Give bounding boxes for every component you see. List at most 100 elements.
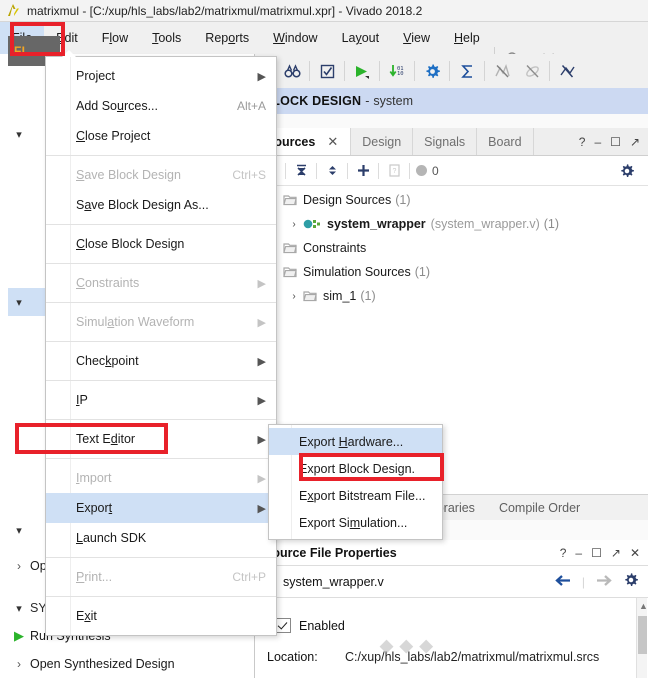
chevron-right-icon[interactable]: › (285, 291, 303, 302)
unknown-file-icon: ? (379, 157, 409, 185)
export-submenu: Export Hardware... Export Block Design. … (268, 424, 443, 540)
menu-flow[interactable]: Flow (90, 22, 140, 55)
menu-item-close-block-design[interactable]: Close Block Design (46, 229, 276, 259)
menu-item-checkpoint[interactable]: Checkpoint ▶ (46, 346, 276, 376)
menu-divider (46, 155, 276, 156)
help-icon[interactable]: ? (560, 547, 567, 559)
maximize-icon[interactable]: ☐ (591, 547, 602, 559)
float-icon[interactable]: ↗ (630, 136, 640, 148)
menu-item-close-project[interactable]: Close Project (46, 121, 276, 151)
tree-node-label: Simulation Sources (303, 265, 411, 279)
location-row: Location: C:/xup/hls_labs/lab2/matrixmul… (267, 650, 637, 664)
menu-item-ip[interactable]: IP ▶ (46, 385, 276, 415)
scrollbar-thumb[interactable] (638, 616, 647, 654)
scroll-up-icon[interactable]: ▲ (639, 601, 648, 611)
settings-gear-icon[interactable] (417, 56, 447, 86)
add-sources-icon[interactable] (348, 157, 378, 185)
close-icon[interactable]: ✕ (630, 547, 640, 559)
menu-tools[interactable]: Tools (140, 22, 193, 55)
submenu-item-export-hardware[interactable]: Export Hardware... (269, 428, 442, 455)
tab-design[interactable]: Design (351, 128, 414, 155)
menu-item-add-sources[interactable]: Add Sources... Alt+A (46, 91, 276, 121)
validate-design-icon[interactable] (312, 56, 342, 86)
tree-node-sim-1[interactable]: › sim_1 (1) (255, 284, 648, 308)
title-bar: matrixmul - [C:/xup/hls_labs/lab2/matrix… (0, 0, 648, 21)
menu-reports[interactable]: Reports (193, 22, 261, 55)
report-timing-icon[interactable] (487, 56, 517, 86)
tab-sources-close-holder: ✕ (319, 128, 352, 155)
menu-bar-items: File Edit Flow Tools Reports Window Layo… (0, 22, 492, 55)
properties-window-controls: ? – ☐ ↗ ✕ (560, 547, 648, 559)
menu-item-exit[interactable]: Exit (46, 601, 276, 631)
menu-view[interactable]: View (391, 22, 442, 55)
tab-signals-label: Signals (424, 134, 466, 149)
run-icon[interactable] (347, 56, 377, 86)
sidebar-item-open-synthesized-design[interactable]: › Open Synthesized Design (8, 650, 254, 678)
report-drc-icon[interactable] (552, 56, 582, 86)
expand-all-icon[interactable] (317, 157, 347, 185)
close-icon[interactable]: ✕ (327, 134, 342, 150)
menu-bar: File Edit Flow Tools Reports Window Layo… (0, 21, 648, 71)
settings-gear-icon[interactable] (612, 157, 642, 185)
maximize-icon[interactable]: ☐ (610, 136, 621, 148)
minimize-icon[interactable]: – (575, 547, 582, 559)
enabled-checkbox-row[interactable]: Enabled (276, 618, 345, 633)
menu-item-simulation-waveform: Simulation Waveform ▶ (76, 315, 266, 329)
back-arrow-icon[interactable] (554, 574, 572, 590)
tree-node-system-wrapper[interactable]: › system_wrapper (system_wrapper.v) (1) (255, 212, 648, 236)
float-icon[interactable]: ↗ (611, 547, 621, 559)
menu-shortcut: Alt+A (236, 99, 266, 113)
menu-help[interactable]: Help (442, 22, 492, 55)
block-design-banner: BLOCK DESIGN - system (255, 88, 648, 114)
tree-node-label: sim_1 (323, 289, 357, 303)
collapse-all-icon[interactable] (286, 157, 316, 185)
tree-node-design-sources[interactable]: ▾ Design Sources (1) (255, 188, 648, 212)
chevron-down-icon: ▾ (16, 524, 22, 537)
properties-scrollbar[interactable]: ▲ (636, 598, 648, 678)
tree-node-constraints[interactable]: › Constraints (255, 236, 648, 260)
report-power-icon[interactable] (517, 56, 547, 86)
tree-node-simulation-sources[interactable]: ▾ Simulation Sources (1) (255, 260, 648, 284)
menu-layout[interactable]: Layout (330, 22, 392, 55)
folder-icon (283, 266, 297, 278)
menu-divider (46, 341, 276, 342)
menu-divider (46, 263, 276, 264)
menu-item-save-block-design-as[interactable]: Save Block Design As... (46, 190, 276, 220)
play-icon: ▶ (14, 628, 24, 643)
tab-design-label: Design (362, 134, 402, 149)
menu-item-text-editor[interactable]: Text Editor ▶ (46, 424, 276, 454)
tab-compile-order[interactable]: Compile Order (487, 495, 592, 521)
checkbox-icon[interactable] (276, 618, 291, 633)
generate-bitstream-icon[interactable]: 01 10 (382, 56, 412, 86)
submenu-item-export-simulation[interactable]: Export Simulation... (269, 509, 442, 536)
menu-item-project[interactable]: Project ▶ (46, 61, 276, 91)
sources-toolbar: ? 0 (255, 156, 648, 186)
forward-arrow-icon[interactable] (595, 574, 613, 590)
help-icon[interactable]: ? (579, 136, 586, 148)
chevron-right-icon: › (17, 657, 21, 671)
binoculars-icon[interactable] (277, 56, 307, 86)
chevron-right-icon[interactable]: › (285, 219, 303, 230)
submenu-item-export-block-design[interactable]: Export Block Design. (269, 455, 442, 482)
chevron-down-icon: ▾ (16, 602, 22, 615)
message-count-value: 0 (432, 163, 439, 178)
folder-icon (303, 290, 317, 302)
properties-file-name: system_wrapper.v (283, 574, 384, 589)
settings-gear-icon[interactable] (623, 572, 639, 591)
menu-divider (46, 302, 276, 303)
sources-window-controls: ? – ☐ ↗ (579, 128, 648, 155)
menu-window[interactable]: Window (261, 22, 329, 55)
svg-text:?: ? (392, 168, 396, 175)
tree-node-count: (1) (543, 217, 560, 231)
menu-item-save-block-design: Save Block Design Ctrl+S (76, 168, 266, 182)
menu-item-export[interactable]: Export ▶ (46, 493, 276, 523)
toolbar-divider (414, 61, 415, 81)
submenu-arrow-icon: ▶ (257, 472, 266, 485)
menu-item-launch-sdk[interactable]: Launch SDK (46, 523, 276, 553)
tab-signals[interactable]: Signals (413, 128, 478, 155)
tab-board[interactable]: Board (477, 128, 534, 155)
sigma-icon[interactable] (452, 56, 482, 86)
menu-shortcut: Ctrl+P (232, 570, 266, 584)
minimize-icon[interactable]: – (594, 136, 601, 148)
submenu-item-export-bitstream-file[interactable]: Export Bitstream File... (269, 482, 442, 509)
